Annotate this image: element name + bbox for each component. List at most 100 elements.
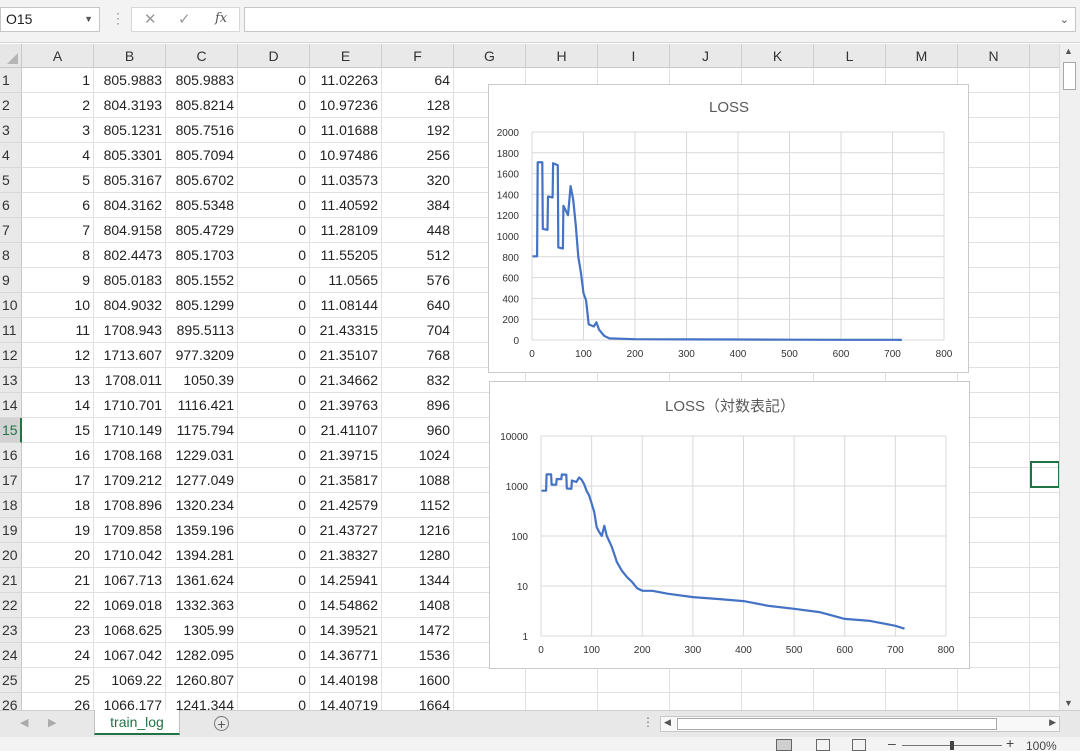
cell-c[interactable]: 1361.624 [166, 568, 238, 593]
cell-e[interactable]: 14.39521 [310, 618, 382, 643]
cell-f[interactable]: 1024 [382, 443, 454, 468]
enter-check-icon[interactable]: ✓ [178, 10, 191, 28]
row-header[interactable]: 25 [0, 668, 22, 693]
cell-b[interactable]: 1710.149 [94, 418, 166, 443]
cell-c[interactable]: 805.7516 [166, 118, 238, 143]
cell-c[interactable]: 895.5113 [166, 318, 238, 343]
cell-a[interactable]: 26 [22, 693, 94, 710]
cell-d[interactable]: 0 [238, 143, 310, 168]
cell-e[interactable]: 21.41107 [310, 418, 382, 443]
row-header[interactable]: 22 [0, 593, 22, 618]
cell-a[interactable]: 4 [22, 143, 94, 168]
empty-cell[interactable] [958, 693, 1030, 710]
cell-d[interactable]: 0 [238, 368, 310, 393]
loss-chart[interactable]: LOSS 0 200 400 600 800 1000 1200 1400 1600 1800 200… [488, 84, 969, 373]
row-header[interactable]: 12 [0, 343, 22, 368]
column-header-i[interactable]: I [598, 44, 670, 68]
cell-d[interactable]: 0 [238, 318, 310, 343]
name-box[interactable]: O15 ▼ [0, 7, 100, 32]
cell-a[interactable]: 15 [22, 418, 94, 443]
cell-d[interactable]: 0 [238, 93, 310, 118]
cell-b[interactable]: 1709.212 [94, 468, 166, 493]
cell-c[interactable]: 1305.99 [166, 618, 238, 643]
cell-e[interactable]: 14.25941 [310, 568, 382, 593]
empty-cell[interactable] [1030, 118, 1059, 143]
empty-cell[interactable] [1030, 268, 1059, 293]
cell-d[interactable]: 0 [238, 618, 310, 643]
empty-cell[interactable] [1030, 693, 1059, 710]
cell-e[interactable]: 21.42579 [310, 493, 382, 518]
cell-f[interactable]: 1536 [382, 643, 454, 668]
cell-a[interactable]: 12 [22, 343, 94, 368]
cell-f[interactable]: 576 [382, 268, 454, 293]
row-header[interactable]: 7 [0, 218, 22, 243]
cell-f[interactable]: 640 [382, 293, 454, 318]
cell-d[interactable]: 0 [238, 218, 310, 243]
select-all-button[interactable] [0, 44, 22, 68]
row-header[interactable]: 1 [0, 68, 22, 93]
column-header-c[interactable]: C [166, 44, 238, 68]
row-header[interactable]: 24 [0, 643, 22, 668]
cell-c[interactable]: 1394.281 [166, 543, 238, 568]
horizontal-scrollbar[interactable]: ◀ ▶ [660, 716, 1060, 732]
cell-c[interactable]: 805.9883 [166, 68, 238, 93]
tab-split-handle-icon[interactable]: ⋮ [642, 715, 654, 729]
column-header-b[interactable]: B [94, 44, 166, 68]
scroll-down-icon[interactable]: ▼ [1064, 698, 1073, 708]
empty-cell[interactable] [1030, 518, 1059, 543]
column-header-k[interactable]: K [742, 44, 814, 68]
more-options-icon[interactable]: ⋮ [111, 10, 125, 27]
empty-cell[interactable] [526, 693, 598, 710]
cell-a[interactable]: 22 [22, 593, 94, 618]
cell-d[interactable]: 0 [238, 568, 310, 593]
cell-d[interactable]: 0 [238, 468, 310, 493]
cell-f[interactable]: 256 [382, 143, 454, 168]
column-header-g[interactable]: G [454, 44, 526, 68]
page-break-view-icon[interactable] [852, 739, 866, 751]
cell-b[interactable]: 804.3193 [94, 93, 166, 118]
add-sheet-icon[interactable]: + [214, 716, 229, 731]
empty-cell[interactable] [814, 668, 886, 693]
cell-f[interactable]: 960 [382, 418, 454, 443]
row-header[interactable]: 14 [0, 393, 22, 418]
cell-c[interactable]: 1277.049 [166, 468, 238, 493]
column-header-a[interactable]: A [22, 44, 94, 68]
cell-c[interactable]: 805.6702 [166, 168, 238, 193]
cell-f[interactable]: 1152 [382, 493, 454, 518]
empty-cell[interactable] [670, 693, 742, 710]
zoom-slider[interactable] [902, 741, 1002, 750]
row-header[interactable]: 5 [0, 168, 22, 193]
row-header[interactable]: 26 [0, 693, 22, 710]
cell-b[interactable]: 805.3301 [94, 143, 166, 168]
cell-b[interactable]: 802.4473 [94, 243, 166, 268]
cell-d[interactable]: 0 [238, 268, 310, 293]
cell-e[interactable]: 21.39763 [310, 393, 382, 418]
empty-cell[interactable] [598, 668, 670, 693]
zoom-slider-knob[interactable] [950, 741, 954, 750]
cell-f[interactable]: 1408 [382, 593, 454, 618]
cell-a[interactable]: 18 [22, 493, 94, 518]
scroll-up-icon[interactable]: ▲ [1064, 46, 1073, 56]
cell-b[interactable]: 1708.896 [94, 493, 166, 518]
cell-a[interactable]: 5 [22, 168, 94, 193]
column-header-d[interactable]: D [238, 44, 310, 68]
cell-e[interactable]: 21.39715 [310, 443, 382, 468]
cell-a[interactable]: 13 [22, 368, 94, 393]
row-header[interactable]: 18 [0, 493, 22, 518]
row-header[interactable]: 16 [0, 443, 22, 468]
row-header[interactable]: 23 [0, 618, 22, 643]
empty-cell[interactable] [454, 668, 526, 693]
scroll-left-icon[interactable]: ◀ [664, 717, 671, 728]
cell-f[interactable]: 320 [382, 168, 454, 193]
cell-a[interactable]: 6 [22, 193, 94, 218]
cell-a[interactable]: 7 [22, 218, 94, 243]
cell-a[interactable]: 1 [22, 68, 94, 93]
empty-cell[interactable] [1030, 568, 1059, 593]
empty-cell[interactable] [1030, 418, 1059, 443]
empty-cell[interactable] [526, 668, 598, 693]
cell-c[interactable]: 977.3209 [166, 343, 238, 368]
empty-cell[interactable] [1030, 493, 1059, 518]
cell-f[interactable]: 704 [382, 318, 454, 343]
cell-a[interactable]: 11 [22, 318, 94, 343]
empty-cell[interactable] [1030, 293, 1059, 318]
